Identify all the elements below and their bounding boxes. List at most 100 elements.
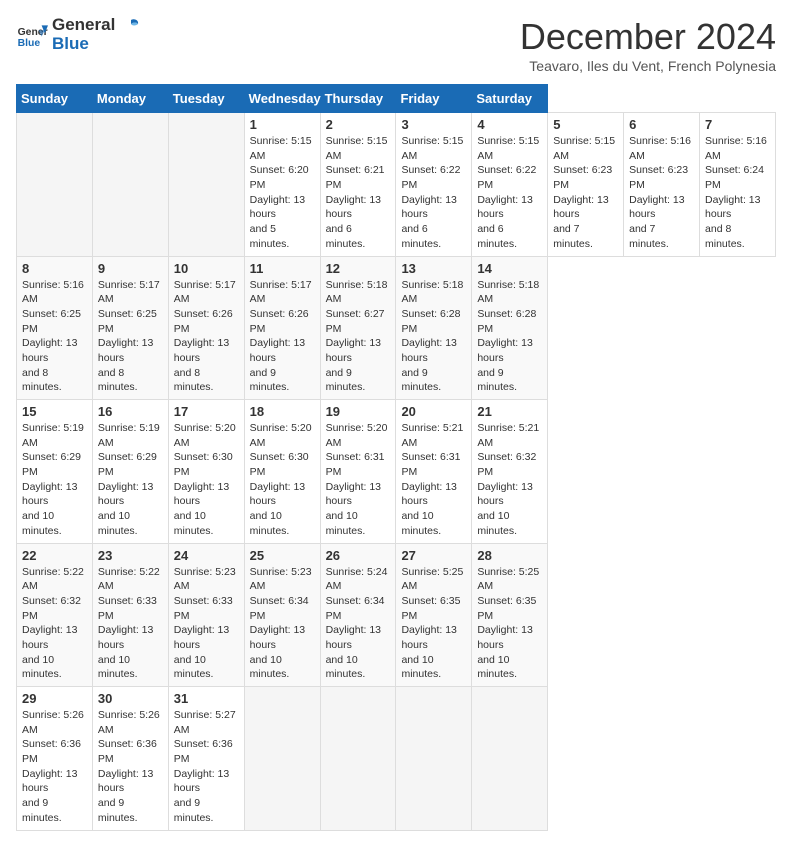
calendar-cell: 7Sunrise: 5:16 AMSunset: 6:24 PMDaylight… [700,113,776,257]
calendar-cell: 28 Sunrise: 5:25 AMSunset: 6:35 PMDayligh… [472,543,548,687]
day-info: Sunrise: 5:21 AMSunset: 6:31 PMDaylight:… [401,421,466,539]
calendar-cell: 21 Sunrise: 5:21 AMSunset: 6:32 PMDayligh… [472,400,548,544]
day-info: Sunrise: 5:26 AMSunset: 6:36 PMDaylight:… [22,708,87,826]
day-number: 7 [705,117,770,132]
day-number: 2 [326,117,391,132]
day-number: 8 [22,261,87,276]
calendar-day-header: Wednesday [244,85,320,113]
calendar-cell: 24 Sunrise: 5:23 AMSunset: 6:33 PMDayligh… [168,543,244,687]
calendar-week-row: 1 Sunrise: 5:15 AMSunset: 6:20 PMDaylight… [17,113,776,257]
day-info: Sunrise: 5:23 AMSunset: 6:33 PMDaylight:… [174,565,239,683]
calendar-cell: 14 Sunrise: 5:18 AMSunset: 6:28 PMDayligh… [472,256,548,400]
calendar-cell: 29 Sunrise: 5:26 AMSunset: 6:36 PMDayligh… [17,687,93,831]
day-number: 22 [22,548,87,563]
calendar-cell: 23 Sunrise: 5:22 AMSunset: 6:33 PMDayligh… [92,543,168,687]
day-info: Sunrise: 5:16 AMSunset: 6:25 PMDaylight:… [22,278,87,396]
logo-bird-icon [122,17,140,35]
calendar-cell: 2Sunrise: 5:15 AMSunset: 6:21 PMDaylight… [320,113,396,257]
calendar-cell: 4Sunrise: 5:15 AMSunset: 6:22 PMDaylight… [472,113,548,257]
day-number: 11 [250,261,315,276]
calendar-cell: 19 Sunrise: 5:20 AMSunset: 6:31 PMDayligh… [320,400,396,544]
location-subtitle: Teavaro, Iles du Vent, French Polynesia [520,58,776,74]
calendar-table: SundayMondayTuesdayWednesdayThursdayFrid… [16,84,776,831]
day-number: 5 [553,117,618,132]
calendar-cell: 22 Sunrise: 5:22 AMSunset: 6:32 PMDayligh… [17,543,93,687]
calendar-day-header: Saturday [472,85,548,113]
logo-general: General [52,15,115,34]
calendar-cell: 10 Sunrise: 5:17 AMSunset: 6:26 PMDayligh… [168,256,244,400]
calendar-cell: 17 Sunrise: 5:20 AMSunset: 6:30 PMDayligh… [168,400,244,544]
calendar-cell: 26 Sunrise: 5:24 AMSunset: 6:34 PMDayligh… [320,543,396,687]
day-info: Sunrise: 5:15 AMSunset: 6:22 PMDaylight:… [477,134,542,252]
day-info: Sunrise: 5:15 AMSunset: 6:20 PMDaylight:… [250,134,315,252]
day-info: Sunrise: 5:16 AMSunset: 6:23 PMDaylight:… [629,134,694,252]
svg-text:Blue: Blue [18,38,41,49]
calendar-cell: 11Sunrise: 5:17 AMSunset: 6:26 PMDayligh… [244,256,320,400]
day-info: Sunrise: 5:18 AMSunset: 6:28 PMDaylight:… [477,278,542,396]
title-block: December 2024 Teavaro, Iles du Vent, Fre… [520,16,776,74]
day-info: Sunrise: 5:27 AMSunset: 6:36 PMDaylight:… [174,708,239,826]
calendar-cell: 15 Sunrise: 5:19 AMSunset: 6:29 PMDayligh… [17,400,93,544]
day-number: 9 [98,261,163,276]
day-info: Sunrise: 5:19 AMSunset: 6:29 PMDaylight:… [22,421,87,539]
calendar-cell [396,687,472,831]
day-info: Sunrise: 5:20 AMSunset: 6:30 PMDaylight:… [250,421,315,539]
day-number: 10 [174,261,239,276]
logo-icon: General Blue [16,19,48,51]
day-number: 30 [98,691,163,706]
day-number: 13 [401,261,466,276]
calendar-cell: 18 Sunrise: 5:20 AMSunset: 6:30 PMDayligh… [244,400,320,544]
calendar-cell: 25Sunrise: 5:23 AMSunset: 6:34 PMDayligh… [244,543,320,687]
day-number: 25 [250,548,315,563]
calendar-cell: 30Sunrise: 5:26 AMSunset: 6:36 PMDayligh… [92,687,168,831]
calendar-cell: 12Sunrise: 5:18 AMSunset: 6:27 PMDayligh… [320,256,396,400]
calendar-cell [17,113,93,257]
day-info: Sunrise: 5:25 AMSunset: 6:35 PMDaylight:… [477,565,542,683]
day-number: 23 [98,548,163,563]
calendar-week-row: 8 Sunrise: 5:16 AMSunset: 6:25 PMDaylight… [17,256,776,400]
day-info: Sunrise: 5:22 AMSunset: 6:32 PMDaylight:… [22,565,87,683]
day-number: 15 [22,404,87,419]
calendar-cell [320,687,396,831]
day-number: 28 [477,548,542,563]
calendar-day-header: Tuesday [168,85,244,113]
day-info: Sunrise: 5:15 AMSunset: 6:22 PMDaylight:… [401,134,466,252]
day-info: Sunrise: 5:22 AMSunset: 6:33 PMDaylight:… [98,565,163,683]
calendar-day-header: Monday [92,85,168,113]
day-info: Sunrise: 5:20 AMSunset: 6:31 PMDaylight:… [326,421,391,539]
day-info: Sunrise: 5:17 AMSunset: 6:25 PMDaylight:… [98,278,163,396]
day-info: Sunrise: 5:15 AMSunset: 6:23 PMDaylight:… [553,134,618,252]
calendar-week-row: 15 Sunrise: 5:19 AMSunset: 6:29 PMDayligh… [17,400,776,544]
calendar-cell [92,113,168,257]
calendar-day-header: Sunday [17,85,93,113]
day-number: 31 [174,691,239,706]
day-info: Sunrise: 5:18 AMSunset: 6:27 PMDaylight:… [326,278,391,396]
calendar-day-header: Friday [396,85,472,113]
day-info: Sunrise: 5:20 AMSunset: 6:30 PMDaylight:… [174,421,239,539]
day-number: 29 [22,691,87,706]
calendar-cell: 31 Sunrise: 5:27 AMSunset: 6:36 PMDayligh… [168,687,244,831]
calendar-header-row: SundayMondayTuesdayWednesdayThursdayFrid… [17,85,776,113]
day-info: Sunrise: 5:24 AMSunset: 6:34 PMDaylight:… [326,565,391,683]
day-number: 19 [326,404,391,419]
month-title: December 2024 [520,16,776,58]
day-info: Sunrise: 5:25 AMSunset: 6:35 PMDaylight:… [401,565,466,683]
day-number: 6 [629,117,694,132]
day-number: 24 [174,548,239,563]
day-number: 27 [401,548,466,563]
day-number: 21 [477,404,542,419]
day-number: 1 [250,117,315,132]
calendar-cell: 3Sunrise: 5:15 AMSunset: 6:22 PMDaylight… [396,113,472,257]
day-number: 16 [98,404,163,419]
day-info: Sunrise: 5:17 AMSunset: 6:26 PMDaylight:… [174,278,239,396]
day-number: 26 [326,548,391,563]
logo-blue: Blue [52,35,140,54]
day-number: 14 [477,261,542,276]
day-number: 18 [250,404,315,419]
calendar-cell [244,687,320,831]
page-header: General Blue General Blue December 2024 … [16,16,776,74]
day-info: Sunrise: 5:21 AMSunset: 6:32 PMDaylight:… [477,421,542,539]
day-number: 17 [174,404,239,419]
day-info: Sunrise: 5:18 AMSunset: 6:28 PMDaylight:… [401,278,466,396]
calendar-cell [472,687,548,831]
